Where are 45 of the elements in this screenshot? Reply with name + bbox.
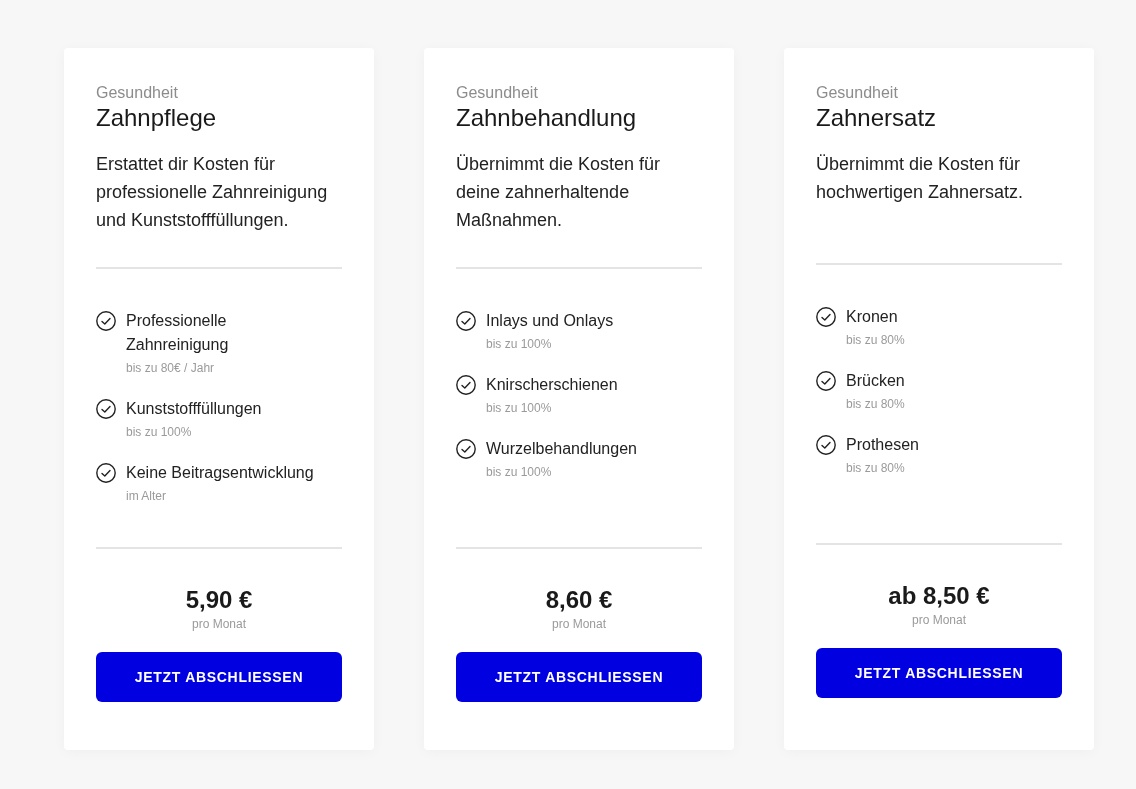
feature-note: bis zu 100% — [486, 400, 553, 417]
feature-note: bis zu 100% — [486, 464, 553, 481]
feature-note: bis zu 80% — [846, 396, 905, 413]
feature-label: Prothesen — [846, 435, 919, 455]
check-circle-icon — [816, 435, 836, 455]
check-circle-icon — [816, 307, 836, 327]
feature-label: Keine Beitragsentwicklung — [126, 463, 314, 483]
price-period: pro Monat — [912, 612, 966, 628]
plan-title: Zahnpflege — [96, 103, 218, 133]
feature-note: bis zu 80% — [846, 332, 905, 349]
price-text: ab 8,50 € — [888, 581, 990, 611]
feature-note: bis zu 80% — [846, 460, 906, 477]
subscribe-button[interactable]: JETZT ABSCHLIESSEN — [456, 652, 702, 702]
feature-label: Professionelle Zahnreinigung — [126, 311, 230, 355]
check-circle-icon — [456, 375, 476, 395]
check-circle-icon — [96, 463, 116, 483]
feature-note: bis zu 100% — [126, 424, 193, 441]
check-circle-icon — [96, 399, 116, 419]
category-label: Gesundheit — [816, 84, 899, 102]
category-label: Gesundheit — [96, 84, 179, 102]
price-text: 8,60 € — [545, 585, 613, 615]
subscribe-button[interactable]: JETZT ABSCHLIESSEN — [816, 648, 1062, 698]
check-circle-icon — [456, 311, 476, 331]
feature-label: Knirscherschienen — [486, 375, 618, 395]
price-period: pro Monat — [192, 616, 246, 632]
check-circle-icon — [816, 371, 836, 391]
price-period: pro Monat — [552, 616, 606, 632]
feature-label: Kronen — [846, 307, 899, 327]
plan-title: Zahnbehandlung — [456, 103, 638, 133]
price-text: 5,90 € — [185, 585, 253, 615]
plan-description: Erstattet dir Kosten für professionelle Zahnreinigung und Kunststofffüllungen. — [96, 153, 329, 232]
feature-label: Brücken — [846, 371, 905, 391]
category-label: Gesundheit — [456, 84, 539, 102]
check-circle-icon — [456, 439, 476, 459]
plan-description: Übernimmt die Kosten für deine zahnerhaltende Maßnahmen. — [456, 153, 662, 232]
feature-note: bis zu 100% — [486, 336, 553, 353]
feature-label: Kunststofffüllungen — [126, 399, 262, 419]
feature-label: Inlays und Onlays — [486, 311, 614, 331]
feature-note: bis zu 80€ / Jahr — [126, 360, 216, 377]
feature-note: im Alter — [126, 488, 167, 505]
plan-title: Zahnersatz — [816, 103, 938, 133]
subscribe-button[interactable]: JETZT ABSCHLIESSEN — [96, 652, 342, 702]
check-circle-icon — [96, 311, 116, 331]
plan-description: Übernimmt die Kosten für hochwertigen Zahnersatz. — [816, 153, 1025, 204]
feature-label: Wurzelbehandlungen — [486, 439, 637, 459]
